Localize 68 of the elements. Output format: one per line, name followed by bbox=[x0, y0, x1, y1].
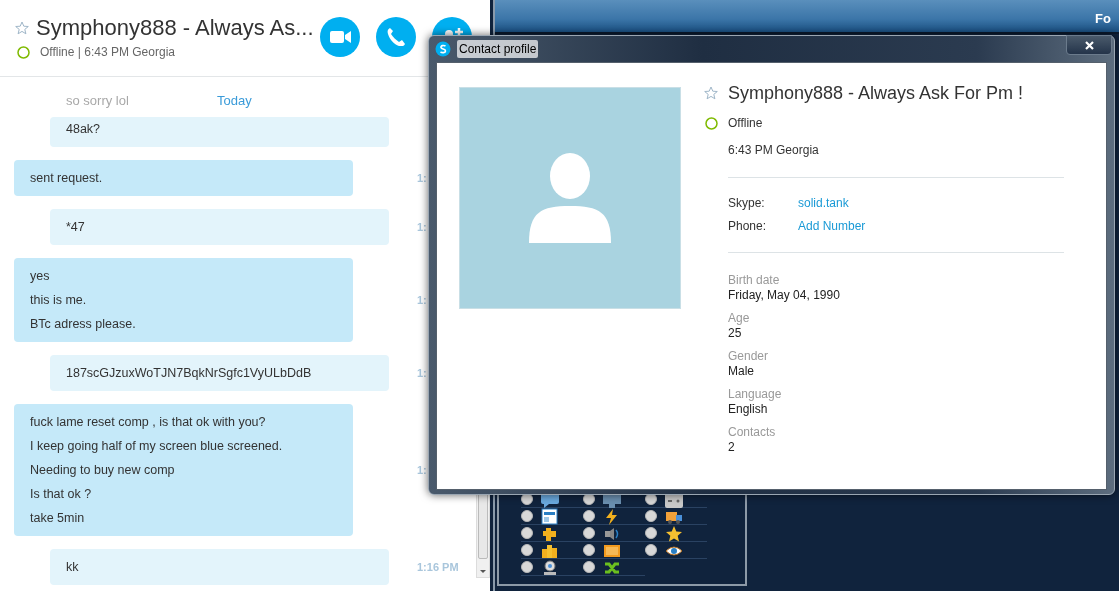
message-text: I keep going half of my screen blue screened. bbox=[30, 438, 284, 455]
radio-button[interactable] bbox=[583, 493, 595, 505]
radio-button[interactable] bbox=[583, 510, 595, 522]
scroll-down-icon[interactable] bbox=[479, 569, 487, 574]
message-time: 1: bbox=[417, 462, 427, 478]
contact-link[interactable]: Add Number bbox=[798, 219, 866, 234]
contact-link[interactable]: solid.tank bbox=[798, 196, 849, 211]
detail-label: Birth date bbox=[728, 273, 781, 288]
star-icon bbox=[665, 524, 683, 542]
message-text: yes bbox=[30, 268, 51, 285]
star-icon[interactable] bbox=[15, 21, 29, 35]
phone-icon bbox=[387, 28, 405, 46]
detail-value: Friday, May 04, 1990 bbox=[728, 288, 841, 303]
field-label: Phone: bbox=[728, 219, 768, 234]
radio-button[interactable] bbox=[583, 544, 595, 556]
message-text: sent request. bbox=[30, 170, 104, 187]
star-icon[interactable] bbox=[704, 86, 718, 100]
detail-label: Contacts bbox=[728, 425, 777, 440]
radio-button[interactable] bbox=[521, 544, 533, 556]
message-time: 1: bbox=[417, 365, 427, 381]
radio-button[interactable] bbox=[521, 527, 533, 539]
radio-button[interactable] bbox=[521, 493, 533, 505]
detail-value: 25 bbox=[728, 326, 743, 341]
radio-button[interactable] bbox=[645, 493, 657, 505]
window-icon bbox=[541, 507, 559, 525]
dialog-title: Contact profile bbox=[457, 40, 539, 58]
detail-value: 2 bbox=[728, 440, 736, 455]
video-camera-icon bbox=[329, 31, 351, 43]
message-text: BTc adress please. bbox=[30, 316, 137, 333]
message-text: take 5min bbox=[30, 510, 86, 527]
message-time: 1: bbox=[417, 170, 427, 186]
message-time: 1: bbox=[417, 219, 427, 235]
message-text: this is me. bbox=[30, 292, 88, 309]
skype-logo-icon bbox=[435, 41, 451, 57]
detail-value: English bbox=[728, 402, 769, 417]
local-time: 6:43 PM Georgia bbox=[728, 142, 820, 159]
radio-button[interactable] bbox=[645, 544, 657, 556]
field-label: Skype: bbox=[728, 196, 766, 211]
message-text: 187scGJzuxWoTJN7BqkNrSgfc1VyULbDdB bbox=[66, 365, 313, 382]
date-divider: Today bbox=[217, 92, 252, 110]
header-text: Fo bbox=[1095, 10, 1111, 28]
close-button[interactable] bbox=[1066, 35, 1112, 55]
detail-value: Male bbox=[728, 364, 755, 379]
message-text: kk bbox=[66, 559, 80, 576]
radio-button[interactable] bbox=[583, 527, 595, 539]
person-silhouette-icon bbox=[529, 152, 611, 244]
status-text: Offline bbox=[728, 115, 763, 132]
message-text: *47 bbox=[66, 219, 86, 236]
message-text: fuck lame reset comp , is that ok with you? bbox=[30, 414, 267, 431]
radio-button[interactable] bbox=[583, 561, 595, 573]
close-icon bbox=[1083, 39, 1095, 51]
radio-button[interactable] bbox=[645, 527, 657, 539]
contact-name: Symphony888 - Always Ask For Pm ! bbox=[728, 82, 1024, 105]
detail-label: Language bbox=[728, 387, 783, 402]
detail-label: Gender bbox=[728, 349, 770, 364]
message-text: Needing to buy new comp bbox=[30, 462, 176, 479]
faded-message: so sorry lol bbox=[66, 92, 129, 110]
status-text: Offline | 6:43 PM Georgia bbox=[40, 44, 175, 61]
message-text: 48ak? bbox=[66, 121, 102, 138]
webcam-icon bbox=[541, 558, 559, 576]
radio-button[interactable] bbox=[521, 561, 533, 573]
radio-button[interactable] bbox=[645, 510, 657, 522]
message-text: Is that ok ? bbox=[30, 486, 93, 503]
contact-name: Symphony888 - Always As... bbox=[36, 14, 314, 42]
detail-label: Age bbox=[728, 311, 751, 326]
radio-button[interactable] bbox=[521, 510, 533, 522]
message-time: 1:16 PM bbox=[417, 559, 459, 575]
message-time: 1: bbox=[417, 292, 427, 308]
